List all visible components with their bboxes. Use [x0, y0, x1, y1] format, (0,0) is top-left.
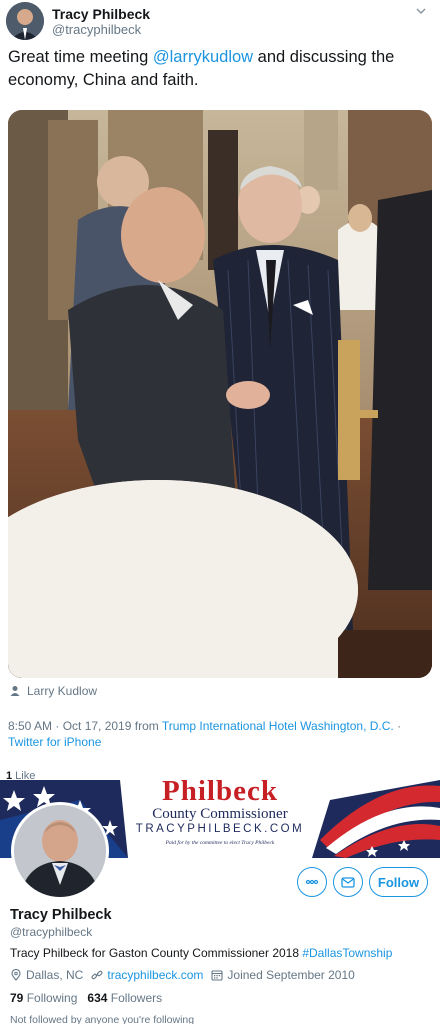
- bio-hashtag-link[interactable]: #DallasTownship: [302, 946, 392, 960]
- location-pin-icon: [11, 969, 21, 981]
- tweet-timestamp[interactable]: 8:50 AM · Oct 17, 2019: [8, 719, 131, 733]
- banner-website: TRACYPHILBECK.COM: [135, 823, 305, 835]
- calendar-icon: [211, 970, 223, 981]
- tweet-meta: 8:50 AM · Oct 17, 2019 from Trump Intern…: [8, 718, 434, 750]
- more-options-button[interactable]: [297, 867, 327, 897]
- tweet-header: Tracy Philbeck @tracyphilbeck: [6, 2, 434, 40]
- profile-stats: 79 Following 634 Followers: [10, 991, 162, 1005]
- chevron-down-icon[interactable]: [414, 4, 428, 18]
- tweet-photo[interactable]: [8, 110, 432, 678]
- profile-handle: @tracyphilbeck: [10, 925, 93, 939]
- tagged-user[interactable]: Larry Kudlow: [9, 684, 97, 698]
- tweet-location-link[interactable]: Trump International Hotel Washington, D.…: [162, 719, 394, 733]
- author-avatar[interactable]: [6, 2, 44, 40]
- profile-bio: Tracy Philbeck for Gaston County Commiss…: [10, 946, 392, 960]
- tweet-text-start: Great time meeting: [8, 48, 153, 66]
- banner-disclaimer: Paid for by the committee to elect Tracy…: [165, 840, 275, 846]
- more-dots-icon: [305, 879, 319, 885]
- profile-name: Tracy Philbeck: [10, 907, 112, 923]
- profile-location-text: Dallas, NC: [26, 968, 84, 982]
- meta-separator: ·: [393, 719, 402, 733]
- banner-subtitle: County Commissioner: [152, 806, 288, 822]
- profile-joined-text: Joined September 2010: [227, 968, 355, 982]
- following-count[interactable]: 79: [10, 991, 23, 1005]
- author-name[interactable]: Tracy Philbeck: [52, 6, 150, 22]
- follow-button[interactable]: Follow: [369, 867, 428, 897]
- person-icon: [10, 686, 20, 696]
- author-handle[interactable]: @tracyphilbeck: [52, 22, 141, 37]
- profile-avatar[interactable]: [11, 802, 109, 900]
- profile-joined: Joined September 2010: [211, 968, 355, 982]
- followed-by-note: Not followed by anyone you're following: [10, 1014, 195, 1024]
- mention-link[interactable]: @larrykudlow: [153, 48, 253, 66]
- tweet-text: Great time meeting @larrykudlow and disc…: [8, 46, 432, 92]
- tweet-client-link[interactable]: Twitter for iPhone: [8, 735, 101, 749]
- link-icon: [91, 970, 103, 980]
- tweet-from: from: [131, 719, 162, 733]
- profile-location: Dallas, NC: [10, 968, 83, 982]
- handshake-photo: [8, 110, 432, 678]
- profile-website[interactable]: tracyphilbeck.com: [91, 968, 203, 982]
- message-button[interactable]: [333, 867, 363, 897]
- banner-title: Philbeck: [162, 780, 278, 807]
- bio-text: Tracy Philbeck for Gaston County Commiss…: [10, 946, 303, 960]
- profile-website-link[interactable]: tracyphilbeck.com: [107, 968, 203, 982]
- following-label[interactable]: Following: [27, 991, 78, 1005]
- tagged-user-name: Larry Kudlow: [27, 684, 98, 698]
- followers-label[interactable]: Followers: [111, 991, 162, 1005]
- profile-meta: Dallas, NC tracyphilbeck.com Joined Sept…: [10, 968, 363, 982]
- followers-count[interactable]: 634: [87, 991, 107, 1005]
- envelope-icon: [341, 877, 355, 888]
